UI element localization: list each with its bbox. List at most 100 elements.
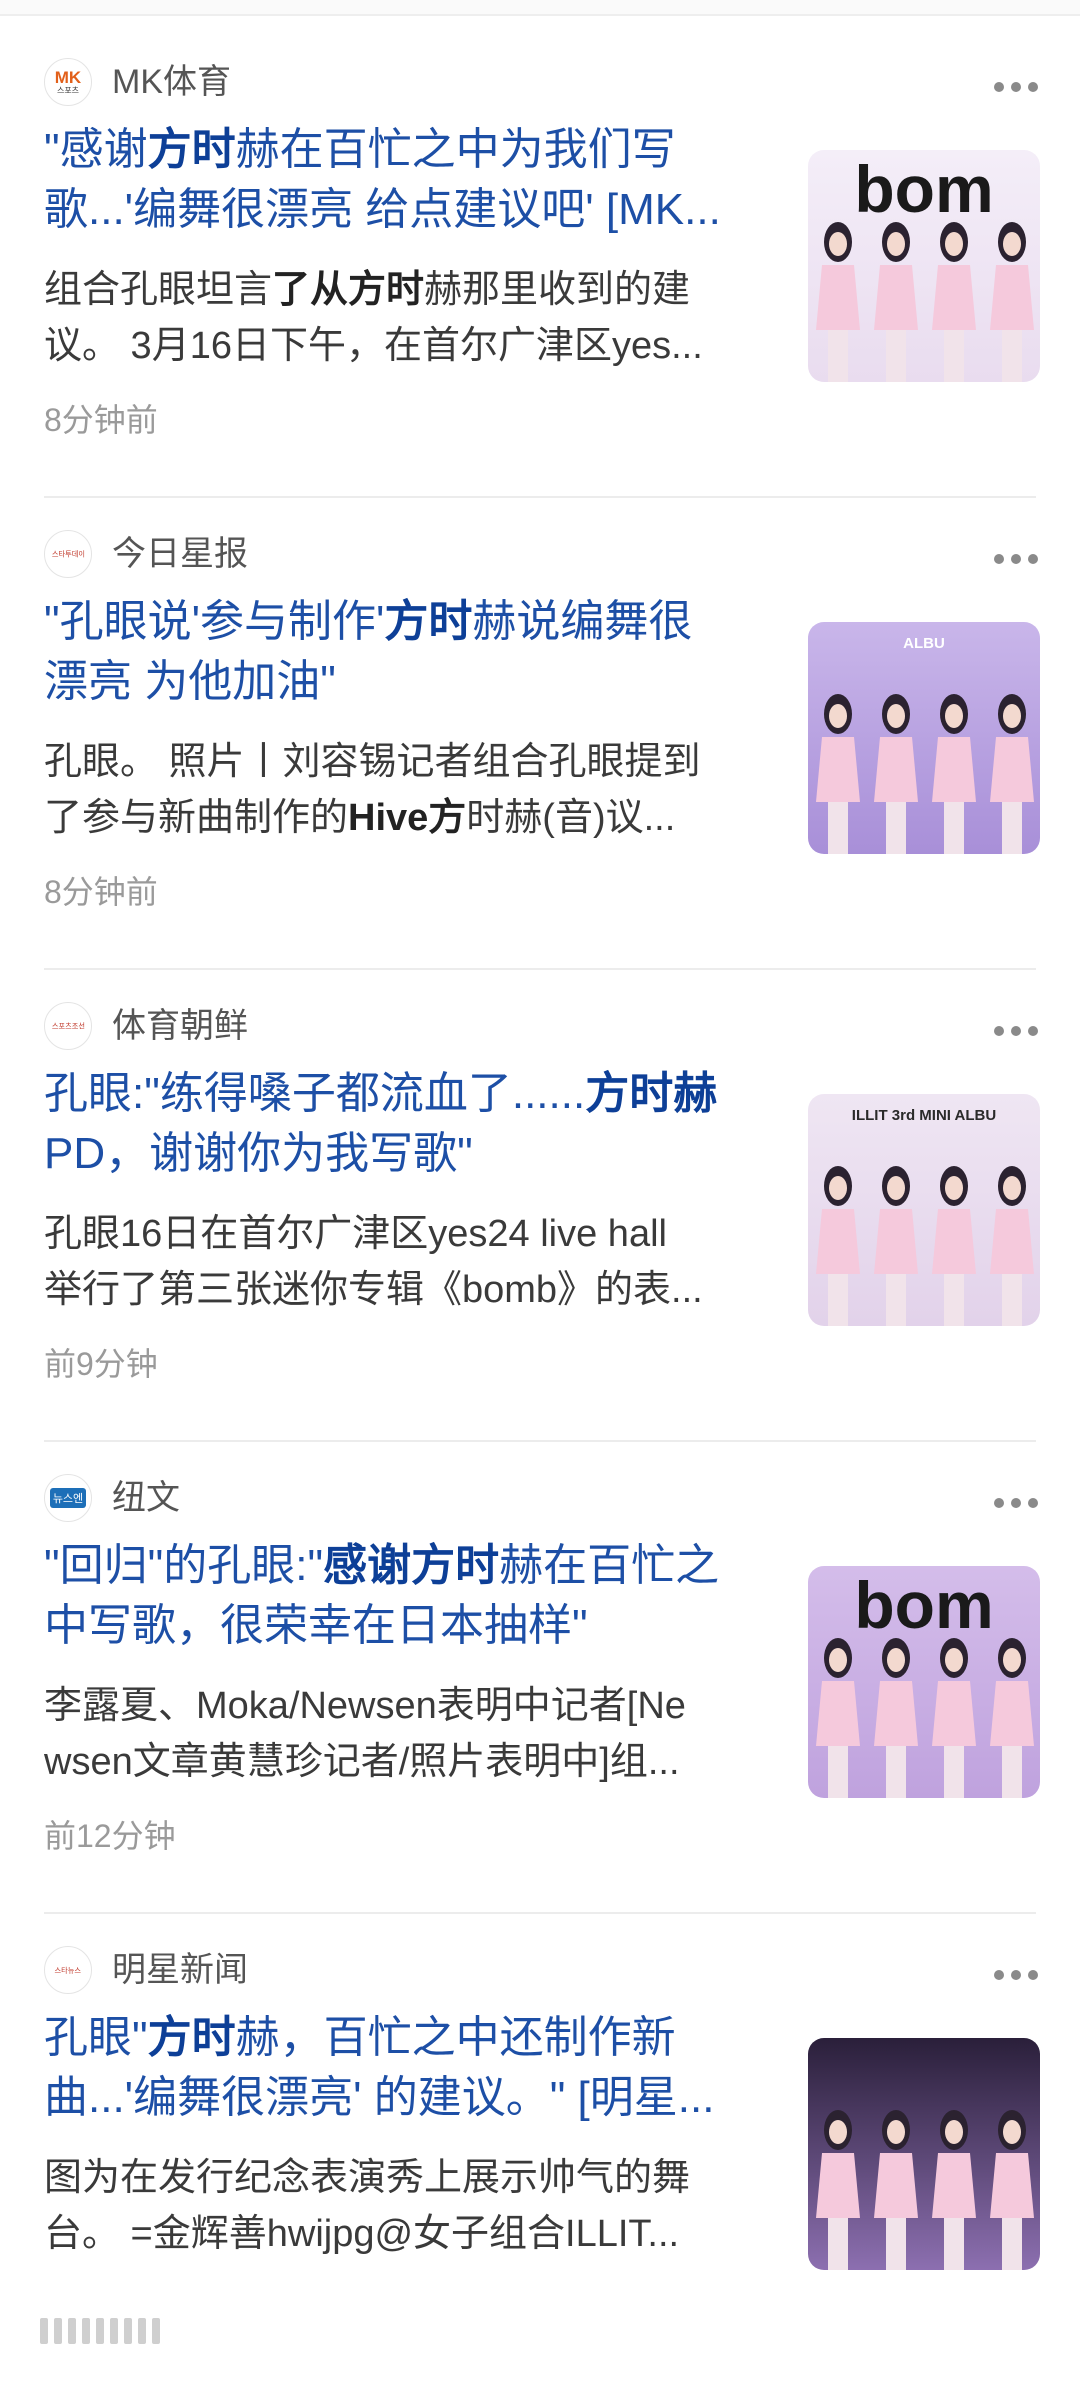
- figure-silhouette: [816, 694, 860, 854]
- text-line: 曲...'编舞很漂亮' 的建议。" [明星...: [44, 2068, 764, 2128]
- text-line: wsen文章黄慧珍记者/照片表明中]组...: [44, 1734, 770, 1790]
- source-logo-text: MK: [54, 68, 82, 87]
- more-options-icon[interactable]: [994, 1488, 1038, 1518]
- timestamp: 前12分钟: [44, 1818, 176, 1854]
- text-line: "回归"的孔眼:"感谢方时赫在百忙之: [44, 1536, 764, 1596]
- highlight-text: Hive方: [348, 797, 467, 839]
- source-name[interactable]: 今日星报: [112, 530, 248, 578]
- source-logo: 뉴스엔: [44, 1474, 92, 1522]
- text-run: 赫说编舞很: [472, 597, 693, 646]
- text-line: 举行了第三张迷你专辑《bomb》的表...: [44, 1262, 770, 1318]
- figure-silhouette: [932, 1166, 976, 1326]
- source-logo: 스타뉴스: [44, 1946, 92, 1994]
- source-name[interactable]: MK体育: [112, 58, 231, 106]
- text-run: 孔眼。 照片丨刘容锡记者组合孔眼提到: [44, 741, 701, 783]
- source-logo-text: 스포츠조선: [51, 1021, 85, 1031]
- news-card[interactable]: 스타투데이 今日星报 "孔眼说'参与制作'方时赫说编舞很 漂亮 为他加油" 孔眼。 照片…: [0, 498, 1080, 970]
- text-line: 孔眼:"练得嗓子都流血了......方时赫: [44, 1064, 764, 1124]
- text-run: 台。 =金辉善hwijpg@女子组合ILLIT...: [44, 2213, 680, 2255]
- figure-silhouette: [932, 1638, 976, 1798]
- figure-silhouette: [932, 694, 976, 854]
- figure-silhouette: [990, 1638, 1034, 1798]
- source-logo-subtext: 스포츠: [56, 86, 80, 95]
- thumbnail-caption: bom: [854, 152, 993, 226]
- source-logo: MK 스포츠: [44, 58, 92, 106]
- text-line: 李露夏、Moka/Newsen表明中记者[Ne: [44, 1678, 770, 1734]
- text-run: 了参与新曲制作的: [44, 797, 349, 839]
- text-run: 赫那里收到的建: [424, 269, 691, 311]
- text-run: 时赫(音)议...: [466, 797, 676, 839]
- article-snippet: 图为在发行纪念表演秀上展示帅气的舞台。 =金辉善hwijpg@女子组合ILLIT…: [44, 2150, 770, 2262]
- figure-silhouette: [874, 694, 918, 854]
- news-card[interactable]: 스타뉴스 明星新闻孔眼"方时赫，百忙之中还制作新曲...'编舞很漂亮' 的建议。"…: [0, 1914, 1080, 2386]
- text-line: 图为在发行纪念表演秀上展示帅气的舞: [44, 2150, 770, 2206]
- thumbnail-image: [816, 2110, 1034, 2270]
- figure-silhouette: [990, 2110, 1034, 2270]
- source-name[interactable]: 纽文: [112, 1474, 180, 1522]
- top-divider: [0, 0, 1080, 16]
- text-line: 孔眼16日在首尔广津区yes24 live hall: [44, 1206, 770, 1262]
- source-name[interactable]: 明星新闻: [112, 1946, 248, 1994]
- thumbnail-caption: bom: [854, 1568, 993, 1642]
- text-run: 赫在百忙之: [499, 1541, 720, 1590]
- more-options-icon[interactable]: [994, 1960, 1038, 1990]
- text-run: 李露夏、Moka/Newsen表明中记者[Ne: [44, 1685, 686, 1727]
- text-line: 议。 3月16日下午，在首尔广津区yes...: [44, 318, 770, 374]
- article-thumbnail[interactable]: [808, 2038, 1040, 2270]
- text-run: 歌...'编舞很漂亮 给点建议吧' [MK...: [44, 185, 721, 234]
- figure-silhouette: [874, 1638, 918, 1798]
- figure-silhouette: [990, 222, 1034, 382]
- figure-silhouette: [990, 1166, 1034, 1326]
- source-name[interactable]: 体育朝鲜: [112, 1002, 248, 1050]
- more-options-icon[interactable]: [994, 1016, 1038, 1046]
- source-logo: 스포츠조선: [44, 1002, 92, 1050]
- text-run: 孔眼16日在首尔广津区yes24 live hall: [44, 1213, 667, 1255]
- text-run: 孔眼": [44, 2013, 148, 2062]
- text-run: wsen文章黄慧珍记者/照片表明中]组...: [44, 1741, 680, 1783]
- figure-silhouette: [990, 694, 1034, 854]
- text-run: 曲...'编舞很漂亮' 的建议。" [明星...: [44, 2073, 715, 2122]
- text-run: 组合孔眼坦言: [44, 269, 273, 311]
- highlight-text: 方时: [384, 597, 473, 646]
- news-card[interactable]: MK 스포츠 MK体育 "感谢方时赫在百忙之中为我们写歌...'编舞很漂亮 给点建议吧…: [0, 26, 1080, 498]
- text-run: 议。 3月16日下午，在首尔广津区yes...: [44, 325, 703, 367]
- figure-silhouette: [874, 1166, 918, 1326]
- article-snippet: 孔眼16日在首尔广津区yes24 live hall 举行了第三张迷你专辑《bom…: [44, 1206, 770, 1318]
- article-thumbnail[interactable]: bom: [808, 1566, 1040, 1798]
- article-thumbnail[interactable]: ALBU: [808, 622, 1040, 854]
- text-run: PD，谢谢你为我写歌": [44, 1129, 473, 1178]
- figure-silhouette: [816, 1166, 860, 1326]
- thumbnail-image: ALBU: [816, 635, 1034, 854]
- article-title[interactable]: "感谢方时赫在百忙之中为我们写歌...'编舞很漂亮 给点建议吧' [MK...: [44, 120, 764, 240]
- text-run: 赫，百忙之中还制作新: [235, 2013, 676, 2062]
- text-line: "感谢方时赫在百忙之中为我们写: [44, 120, 764, 180]
- text-line: 孔眼。 照片丨刘容锡记者组合孔眼提到: [44, 734, 770, 790]
- article-title[interactable]: "孔眼说'参与制作'方时赫说编舞很漂亮 为他加油": [44, 592, 764, 712]
- thumbnail-caption: ILLIT 3rd MINI ALBU: [852, 1107, 996, 1124]
- article-thumbnail[interactable]: ILLIT 3rd MINI ALBU: [808, 1094, 1040, 1326]
- article-title[interactable]: "回归"的孔眼:"感谢方时赫在百忙之 中写歌，很荣幸在日本抽样": [44, 1536, 764, 1656]
- thumbnail-image: bom: [816, 1568, 1034, 1798]
- text-run: "孔眼说'参与制作': [44, 597, 385, 646]
- more-options-icon[interactable]: [994, 72, 1038, 102]
- article-snippet: 孔眼。 照片丨刘容锡记者组合孔眼提到 了参与新曲制作的Hive方时赫(音)议...: [44, 734, 770, 846]
- figure-silhouette: [816, 1638, 860, 1798]
- more-options-icon[interactable]: [994, 544, 1038, 574]
- article-snippet: 组合孔眼坦言了从方时赫那里收到的建 议。 3月16日下午，在首尔广津区yes...: [44, 262, 770, 374]
- article-title[interactable]: 孔眼:"练得嗓子都流血了......方时赫 PD，谢谢你为我写歌": [44, 1064, 764, 1184]
- figure-silhouette: [932, 2110, 976, 2270]
- highlight-text: 感谢方时: [323, 1541, 500, 1590]
- text-run: "回归"的孔眼:": [44, 1541, 324, 1590]
- news-card[interactable]: 뉴스엔 纽文 "回归"的孔眼:"感谢方时赫在百忙之 中写歌，很荣幸在日本抽样" 李露夏、…: [0, 1442, 1080, 1914]
- article-thumbnail[interactable]: bom: [808, 150, 1040, 382]
- text-run: 孔眼:"练得嗓子都流血了......: [44, 1069, 586, 1118]
- text-line: 台。 =金辉善hwijpg@女子组合ILLIT...: [44, 2206, 770, 2262]
- thumbnail-caption: ALBU: [903, 635, 945, 652]
- text-run: 赫在百忙之中为我们写: [235, 125, 676, 174]
- article-title[interactable]: 孔眼"方时赫，百忙之中还制作新曲...'编舞很漂亮' 的建议。" [明星...: [44, 2008, 764, 2128]
- figure-silhouette: [874, 222, 918, 382]
- highlight-text: 方时: [147, 2013, 236, 2062]
- text-run: 漂亮 为他加油": [44, 657, 336, 706]
- article-snippet: 李露夏、Moka/Newsen表明中记者[Ne wsen文章黄慧珍记者/照片表明中…: [44, 1678, 770, 1790]
- news-card[interactable]: 스포츠조선 体育朝鲜孔眼:"练得嗓子都流血了......方时赫 PD，谢谢你为我写歌…: [0, 970, 1080, 1442]
